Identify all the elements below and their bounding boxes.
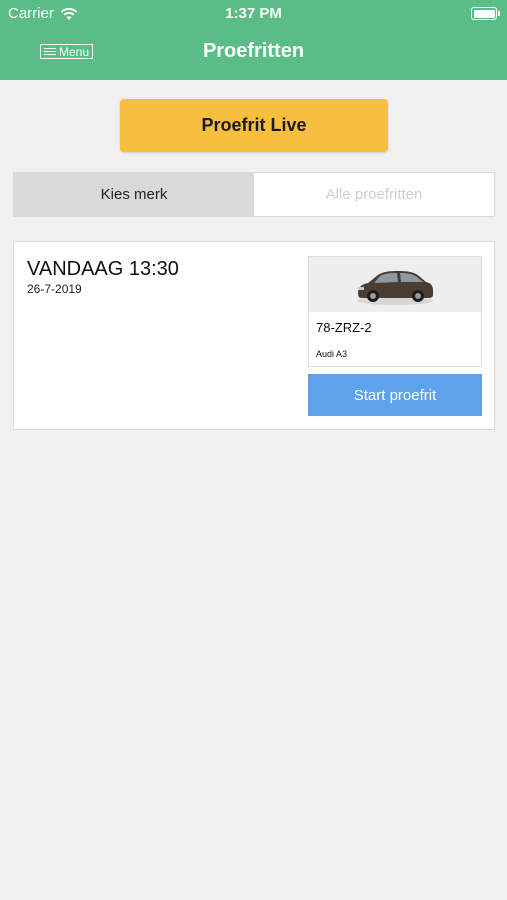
appointment-time: VANDAAG 13:30 bbox=[27, 258, 179, 280]
navigation-header: Carrier 1:37 PM Menu Proefritten bbox=[0, 0, 507, 80]
car-icon bbox=[357, 270, 433, 305]
car-photo bbox=[309, 257, 481, 312]
proefrit-live-button[interactable]: Proefrit Live bbox=[120, 99, 388, 152]
car-model: Audi A3 bbox=[316, 349, 348, 359]
status-time: 1:37 PM bbox=[225, 5, 282, 22]
license-plate: 78-ZRZ-2 bbox=[316, 320, 372, 335]
appointment-card: VANDAAG 13:30 26-7-2019 78-ZRZ-2 Audi A3… bbox=[13, 241, 495, 430]
car-info-box: 78-ZRZ-2 Audi A3 bbox=[308, 256, 482, 367]
page-title: Proefritten bbox=[202, 40, 305, 62]
tab-kies-merk[interactable]: Kies merk bbox=[14, 173, 254, 216]
appointment-date: 26-7-2019 bbox=[27, 282, 82, 296]
status-bar: Carrier 1:37 PM bbox=[0, 0, 507, 28]
segmented-control: Kies merk Alle proefritten bbox=[13, 172, 495, 217]
start-proefrit-button[interactable]: Start proefrit bbox=[308, 374, 482, 416]
tab-alle-proefritten[interactable]: Alle proefritten bbox=[254, 173, 494, 216]
battery-icon bbox=[471, 7, 500, 20]
